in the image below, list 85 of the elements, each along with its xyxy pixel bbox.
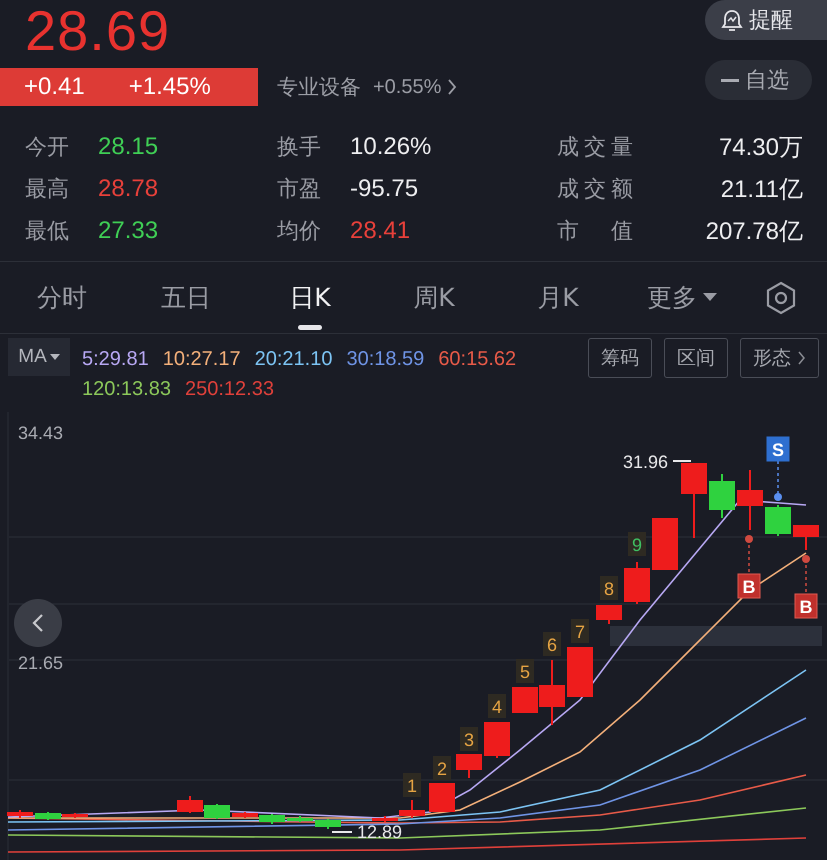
settings-icon[interactable] (765, 280, 797, 314)
stat-value: 28.41 (350, 217, 410, 245)
chart-tab[interactable]: 周K (372, 268, 496, 328)
stat-label: 今开 (25, 134, 70, 162)
moving-average-value: 20:21.10 (254, 348, 332, 370)
moving-average-value: 5:29.81 (82, 348, 149, 370)
moving-average-value: 10:27.17 (162, 348, 241, 370)
stat-label: 最低 (25, 218, 70, 246)
minus-icon (721, 78, 739, 82)
stat-value: 27.33 (98, 217, 158, 245)
candlestick (737, 470, 763, 530)
stat-label: 成交量 (557, 134, 633, 162)
chevron-right-icon (797, 350, 806, 366)
candlestick (709, 474, 735, 518)
sector-link[interactable]: 专业设备 (277, 73, 361, 101)
watchlist-button[interactable]: 自选 (705, 60, 812, 100)
stat-label: 均价 (277, 218, 322, 246)
percent-change: +1.45% (128, 73, 211, 101)
caret-down-icon (703, 293, 717, 302)
stat-label: 最高 (25, 176, 70, 204)
price-change: +0.41 (24, 73, 85, 101)
chevron-left-icon (32, 613, 44, 633)
candlestick (624, 562, 650, 604)
stat-label: 换手 (277, 134, 322, 162)
count-mark: 4 (488, 694, 506, 718)
axis-label: 34.43 (18, 423, 64, 443)
chart-tab[interactable]: 五日 (124, 268, 248, 328)
candlestick (596, 605, 622, 624)
tool-button[interactable]: 区间 (664, 338, 728, 378)
candlestick (765, 505, 791, 536)
leader-line (332, 831, 352, 833)
candlestick (287, 816, 313, 822)
buy-signal: B (738, 535, 760, 598)
moving-average-value: 120:13.83 (82, 378, 171, 400)
sell-signal: S (766, 436, 790, 501)
count-mark: 8 (600, 576, 618, 600)
low-price-label: 12.89 (357, 822, 402, 842)
stat-value: 28.15 (98, 133, 158, 161)
candlestick (315, 819, 341, 829)
tool-button[interactable]: 筹码 (588, 338, 652, 378)
stat-value: 21.11亿 (720, 175, 803, 205)
count-mark: 5 (516, 659, 534, 683)
caret-down-icon (50, 354, 60, 360)
candlestick (567, 647, 593, 697)
candlestick (177, 796, 203, 813)
indicator-dropdown[interactable]: MA (8, 338, 70, 376)
count-mark: 6 (543, 632, 561, 656)
stock-price: 28.69 (25, 2, 170, 60)
buy-signal: B (794, 555, 818, 618)
moving-average-value: 250:12.33 (184, 378, 274, 400)
candlestick (7, 810, 33, 818)
chart-tab[interactable]: 月K (496, 268, 620, 328)
stat-label: 市盈 (277, 176, 322, 204)
axis-label: 21.65 (18, 653, 64, 673)
stat-value: -95.75 (350, 175, 418, 203)
count-mark: 1 (403, 773, 421, 797)
sector-change: +0.55% (373, 76, 442, 98)
stat-label: 市 值 (557, 218, 633, 246)
candlestick (793, 525, 819, 550)
chart-tab[interactable]: 分时 (0, 268, 124, 328)
bell-icon (721, 9, 743, 31)
high-price-label: 31.96 (622, 452, 668, 472)
stat-value: 28.78 (98, 175, 158, 203)
tool-button[interactable]: 形态 (740, 338, 819, 378)
moving-average-value: 30:18.59 (346, 348, 424, 370)
candlestick (456, 754, 482, 778)
stat-value: 74.30万 (718, 133, 803, 163)
more-tab[interactable]: 更多 (620, 268, 744, 328)
chart-tab[interactable]: 日K (248, 268, 372, 328)
count-mark: 3 (460, 727, 478, 751)
candlestick (204, 804, 230, 819)
moving-average-value: 60:15.62 (438, 348, 516, 370)
stat-value: 10.26% (350, 133, 432, 161)
chevron-right-icon[interactable] (447, 78, 458, 96)
count-mark: 9 (628, 532, 646, 556)
alert-button[interactable]: 提醒 (705, 0, 827, 40)
back-button[interactable] (14, 599, 62, 647)
candlestick (429, 783, 455, 812)
count-mark: 7 (571, 619, 589, 643)
stat-value: 207.78亿 (706, 217, 803, 247)
candlestick (484, 722, 510, 758)
count-mark: 2 (433, 756, 451, 780)
candlestick (652, 518, 678, 570)
leader-line (673, 460, 691, 462)
stat-label: 成交额 (557, 176, 633, 204)
